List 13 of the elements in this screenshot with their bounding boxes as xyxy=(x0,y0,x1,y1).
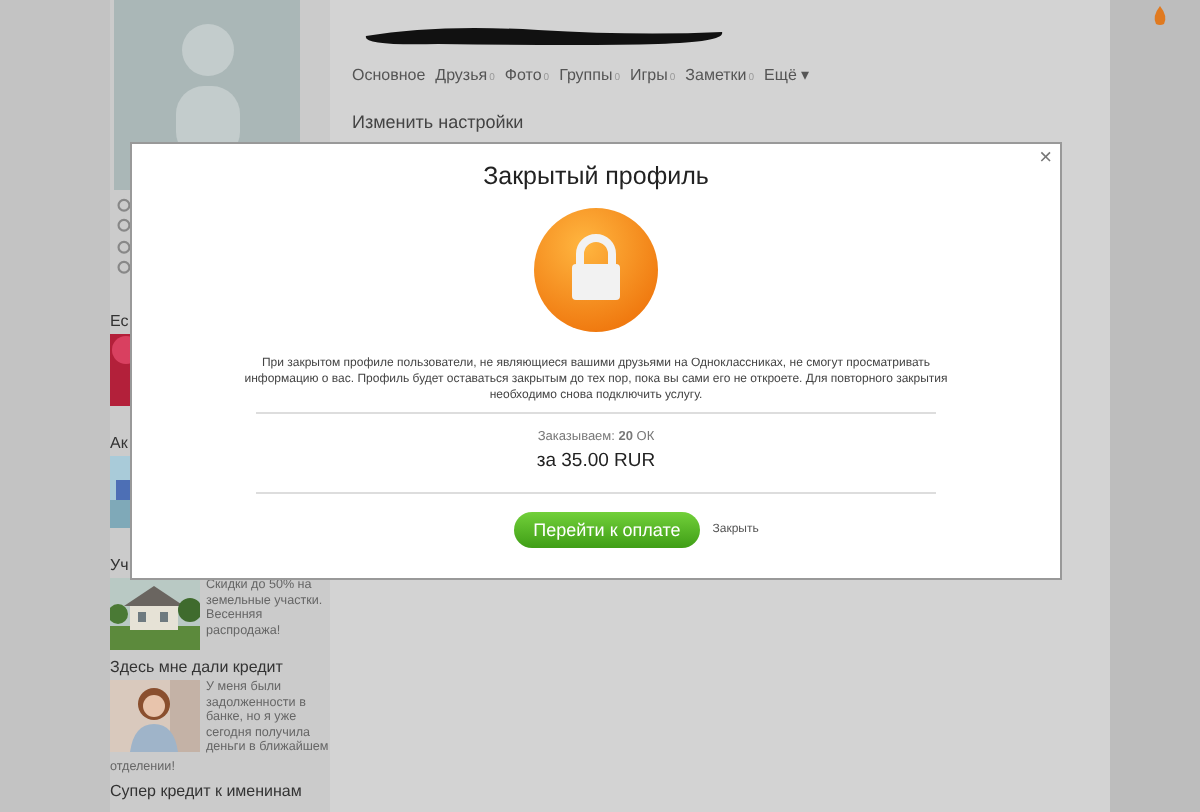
ad-title[interactable]: Супер кредит к именинам xyxy=(110,781,302,800)
ad-title[interactable]: Ес xyxy=(110,312,129,330)
price-text: за 35.00 RUR xyxy=(536,450,656,473)
ad-title[interactable]: Уч xyxy=(110,556,129,574)
ad-title[interactable]: Ак xyxy=(110,434,128,452)
close-button[interactable]: × xyxy=(1039,146,1052,170)
nav-tab[interactable]: Ещё ▾ xyxy=(764,66,810,84)
dialog-title: Закрытый профиль xyxy=(483,162,709,190)
settings-link[interactable]: Изменить настройки xyxy=(352,112,1090,132)
flame-icon xyxy=(1152,6,1168,26)
nav-tab[interactable]: Основное xyxy=(352,66,426,84)
lock-icon xyxy=(534,208,658,332)
ad-title[interactable]: Здесь мне дали кредит xyxy=(110,658,283,676)
